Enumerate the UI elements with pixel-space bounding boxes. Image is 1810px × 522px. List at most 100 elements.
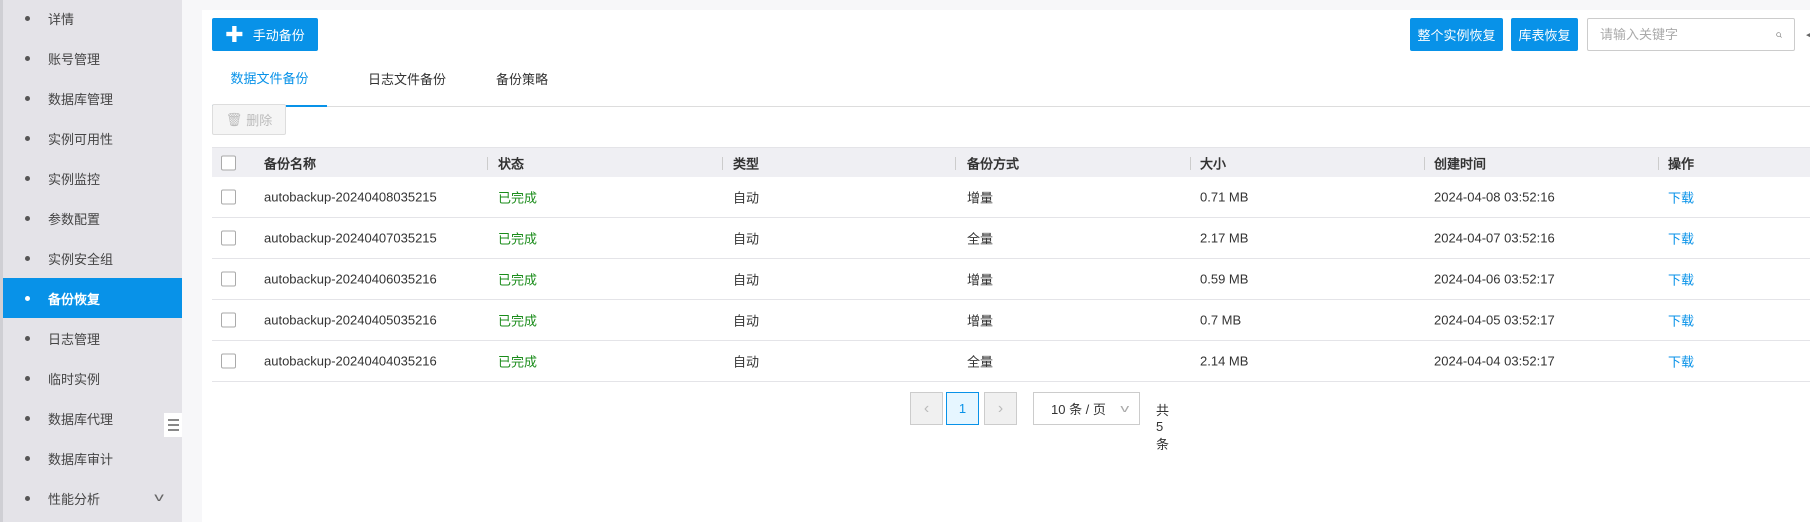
cell-type: 自动 bbox=[733, 354, 760, 370]
full-instance-restore-button[interactable]: 整个实例恢复 bbox=[1410, 18, 1503, 51]
table-restore-button[interactable]: 库表恢复 bbox=[1511, 18, 1578, 51]
bullet-icon bbox=[25, 335, 30, 341]
bullet-icon bbox=[25, 175, 30, 181]
plus-icon: ✚ bbox=[225, 21, 244, 47]
cell-mode: 增量 bbox=[967, 190, 994, 206]
cell-created: 2024-04-06 03:52:17 bbox=[1434, 271, 1555, 287]
row-checkbox[interactable] bbox=[221, 271, 236, 287]
download-link[interactable]: 下载 bbox=[1668, 311, 1694, 330]
column-separator[interactable] bbox=[1658, 157, 1659, 170]
cell-created: 2024-04-04 03:52:17 bbox=[1434, 353, 1555, 369]
tab-log-file-backup[interactable]: 日志文件备份 bbox=[357, 50, 457, 107]
cell-type: 自动 bbox=[733, 272, 760, 288]
cell-size: 0.59 MB bbox=[1200, 271, 1249, 287]
table-row: autobackup-20240408035215 已完成 自动 增量 0.71 MB 2… bbox=[212, 177, 1810, 218]
cell-name: autobackup-20240405035216 bbox=[264, 312, 437, 328]
cell-status: 已完成 bbox=[498, 231, 538, 247]
main-card: ✚ 手动备份 整个实例恢复 库表恢复 ◂ 数据文件备份 日志文件备份 备份策略 … bbox=[202, 10, 1810, 522]
column-header: 备份名称 bbox=[264, 156, 317, 171]
sidebar-item[interactable]: 实例可用性 bbox=[3, 118, 182, 158]
sidebar-item[interactable]: 临时实例 bbox=[3, 358, 182, 398]
download-link[interactable]: 下载 bbox=[1668, 352, 1694, 371]
sidebar-item[interactable]: 账号管理 bbox=[3, 38, 182, 78]
sidebar-item-label: 临时实例 bbox=[48, 371, 101, 387]
select-all-checkbox[interactable] bbox=[221, 155, 236, 170]
prev-page-button[interactable]: ‹ bbox=[910, 392, 943, 425]
sidebar-item-label: 备份恢复 bbox=[48, 291, 101, 307]
cell-mode: 增量 bbox=[967, 313, 994, 329]
page-1-button[interactable]: 1 bbox=[946, 392, 979, 425]
sidebar-item-label: 实例安全组 bbox=[48, 251, 114, 267]
sidebar-item-label: 性能分析 bbox=[48, 491, 101, 507]
sidebar-collapse-icon[interactable] bbox=[164, 413, 182, 437]
cell-created: 2024-04-05 03:52:17 bbox=[1434, 312, 1555, 328]
cell-created: 2024-04-08 03:52:16 bbox=[1434, 189, 1555, 205]
cell-created: 2024-04-07 03:52:16 bbox=[1434, 230, 1555, 246]
cell-status: 已完成 bbox=[498, 313, 538, 329]
cell-mode: 全量 bbox=[967, 231, 994, 247]
cell-mode: 增量 bbox=[967, 272, 994, 288]
bullet-icon bbox=[25, 255, 30, 261]
download-link[interactable]: 下载 bbox=[1668, 229, 1694, 248]
download-link[interactable]: 下载 bbox=[1668, 270, 1694, 289]
row-checkbox[interactable] bbox=[221, 189, 236, 205]
page-size-select[interactable]: 10 条 / 页 v bbox=[1033, 392, 1140, 425]
cell-size: 2.14 MB bbox=[1200, 353, 1249, 369]
cell-size: 0.7 MB bbox=[1200, 312, 1242, 328]
bullet-icon bbox=[25, 415, 30, 421]
column-separator[interactable] bbox=[722, 157, 723, 170]
tab-data-file-backup[interactable]: 数据文件备份 bbox=[212, 50, 327, 107]
sidebar-item[interactable]: 实例监控 bbox=[3, 158, 182, 198]
column-header: 操作 bbox=[1668, 156, 1695, 171]
backup-table: 备份名称 状态 类型 备份方式 大小 创建时间 操作 autobackup-20240408… bbox=[212, 147, 1810, 382]
sidebar-item-label: 参数配置 bbox=[48, 211, 101, 227]
column-separator[interactable] bbox=[955, 157, 956, 170]
bullet-icon bbox=[25, 135, 30, 141]
row-checkbox[interactable] bbox=[221, 312, 236, 328]
manual-backup-label: 手动备份 bbox=[252, 28, 305, 43]
search-icon[interactable] bbox=[1776, 28, 1782, 42]
column-separator[interactable] bbox=[1424, 157, 1425, 170]
sidebar-item[interactable]: 性能分析 v bbox=[3, 478, 182, 518]
cell-type: 自动 bbox=[733, 313, 760, 329]
sidebar-item[interactable]: 日志管理 bbox=[3, 318, 182, 358]
tab-backup-policy[interactable]: 备份策略 bbox=[482, 50, 562, 107]
download-link[interactable]: 下载 bbox=[1668, 188, 1694, 207]
sidebar: 详情账号管理数据库管理 实例可用性实例监控参数配置实例安全组备份恢复日志管理临时实… bbox=[0, 0, 182, 522]
next-page-button[interactable]: › bbox=[984, 392, 1017, 425]
column-separator[interactable] bbox=[487, 157, 488, 170]
chevron-down-icon[interactable]: v bbox=[154, 490, 164, 504]
column-header: 大小 bbox=[1200, 156, 1227, 171]
manual-backup-button[interactable]: ✚ 手动备份 bbox=[212, 18, 318, 51]
caret-left-icon[interactable]: ◂ bbox=[1806, 28, 1810, 41]
sidebar-item[interactable]: 备份恢复 bbox=[3, 278, 182, 318]
cell-type: 自动 bbox=[733, 231, 760, 247]
column-header: 类型 bbox=[733, 156, 760, 171]
search-input[interactable] bbox=[1600, 27, 1776, 42]
sidebar-item-label: 账号管理 bbox=[48, 51, 101, 67]
sidebar-item[interactable]: 数据库代理 bbox=[3, 398, 182, 438]
search-box[interactable] bbox=[1587, 18, 1795, 51]
sidebar-item[interactable]: 参数配置 bbox=[3, 198, 182, 238]
sidebar-item[interactable]: 数据库管理 bbox=[3, 78, 182, 118]
bullet-icon bbox=[25, 15, 30, 21]
bullet-icon bbox=[25, 215, 30, 221]
row-checkbox[interactable] bbox=[221, 230, 236, 246]
sidebar-item-label: 实例监控 bbox=[48, 171, 101, 187]
bullet-icon bbox=[25, 55, 30, 61]
page-size-label: 10 条 / 页 bbox=[1051, 402, 1106, 417]
trash-icon: 🗑 bbox=[225, 111, 243, 127]
sidebar-item-label: 数据库代理 bbox=[48, 411, 114, 427]
cell-name: autobackup-20240408035215 bbox=[264, 189, 437, 205]
sidebar-item[interactable]: 实例安全组 bbox=[3, 238, 182, 278]
row-checkbox[interactable] bbox=[221, 353, 236, 369]
sidebar-item[interactable]: 数据库审计 bbox=[3, 438, 182, 478]
column-header: 状态 bbox=[498, 156, 525, 171]
sidebar-item[interactable]: 详情 bbox=[3, 0, 182, 38]
sidebar-item-label: 详情 bbox=[48, 11, 75, 27]
column-separator[interactable] bbox=[1190, 157, 1191, 170]
cell-status: 已完成 bbox=[498, 354, 538, 370]
delete-button[interactable]: 🗑 删除 bbox=[212, 104, 286, 135]
cell-name: autobackup-20240404035216 bbox=[264, 353, 437, 369]
chevron-down-icon: v bbox=[1119, 402, 1129, 415]
